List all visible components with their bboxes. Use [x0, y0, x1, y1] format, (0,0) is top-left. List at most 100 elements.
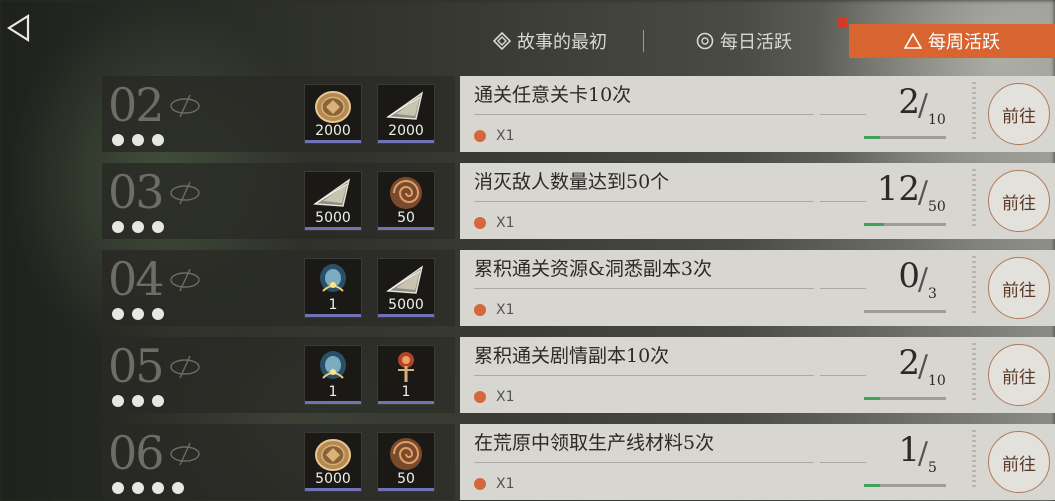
status-dot-icon — [474, 130, 486, 142]
progress-total: 3 — [928, 286, 937, 302]
task-title: 累积通关剧情副本10次 — [474, 345, 670, 367]
tab-label: 每日活跃 — [720, 32, 792, 53]
reward-rarity-bar — [378, 227, 434, 230]
go-button[interactable]: 前往 — [988, 170, 1050, 232]
reward-count: 1 — [401, 384, 411, 400]
progress-counter: 12 / 50 — [877, 169, 946, 219]
go-button[interactable]: 前往 — [988, 257, 1050, 319]
task-multiplier: X1 — [474, 215, 515, 231]
tier-dots — [112, 221, 164, 233]
level-number: 03 — [108, 165, 165, 219]
divider — [820, 201, 866, 202]
reward-item[interactable]: 5000 — [304, 171, 362, 231]
crystal-shard-icon — [382, 261, 430, 299]
reward-panel: 02 2000 2000 — [102, 76, 455, 152]
tier-dot — [172, 482, 184, 494]
status-dot-icon — [474, 217, 486, 229]
reward-panel: 03 5000 50 — [102, 163, 455, 239]
task-card: 累积通关资源&洞悉副本3次 X1 0 / 3 前往 — [460, 250, 1055, 326]
gem-key-icon — [382, 348, 430, 386]
tier-dot — [132, 221, 144, 233]
divider — [820, 114, 866, 115]
task-card: 在荒原中领取生产线材料5次 X1 1 / 5 前往 — [460, 424, 1055, 500]
tier-dot — [112, 134, 124, 146]
go-button[interactable]: 前往 — [988, 344, 1050, 406]
reward-item[interactable]: 1 — [304, 345, 362, 405]
tab-divider — [643, 30, 644, 52]
reward-rarity-bar — [378, 488, 434, 491]
multiplier-text: X1 — [496, 128, 515, 144]
reward-panel: 04 1 5000 — [102, 250, 455, 326]
reward-item[interactable]: 1 — [377, 345, 435, 405]
decorative-vertical-text — [972, 430, 976, 490]
level-number: 04 — [108, 252, 165, 306]
task-card: 消灭敌人数量达到50个 X1 12 / 50 前往 — [460, 163, 1055, 239]
tab-story-start[interactable]: 故事的最初 — [460, 24, 640, 58]
task-card: 通关任意关卡10次 X1 2 / 10 前往 — [460, 76, 1055, 152]
progress-slash: / — [917, 436, 928, 471]
reward-panel: 06 5000 50 — [102, 424, 455, 500]
coin-icon — [309, 435, 357, 473]
status-dot-icon — [474, 304, 486, 316]
go-button[interactable]: 前往 — [988, 83, 1050, 145]
task-row: 05 1 1 累积通关剧情副本10次 X1 2 / 10 前往 — [102, 337, 1055, 413]
reward-item[interactable]: 5000 — [377, 258, 435, 318]
tier-dot — [152, 482, 164, 494]
progress-slash: / — [917, 175, 928, 210]
go-button[interactable]: 前往 — [988, 431, 1050, 493]
phi-mark-icon — [170, 94, 200, 118]
progress-fill — [864, 484, 881, 487]
divider — [474, 375, 814, 376]
reward-item[interactable]: 50 — [377, 171, 435, 231]
tab-weekly-active[interactable]: 每周活跃 — [849, 24, 1055, 58]
progress-counter: 2 / 10 — [890, 82, 946, 132]
reward-item[interactable]: 50 — [377, 432, 435, 492]
progress-bar — [864, 310, 946, 313]
tier-dot — [112, 308, 124, 320]
tab-daily-active[interactable]: 每日活跃 — [650, 24, 838, 58]
reward-item[interactable]: 1 — [304, 258, 362, 318]
phi-mark-icon — [170, 268, 200, 292]
back-arrow-icon[interactable] — [6, 14, 32, 42]
multiplier-text: X1 — [496, 476, 515, 492]
divider — [820, 288, 866, 289]
progress-current: 0 — [898, 256, 920, 296]
progress-fill — [864, 223, 884, 226]
tier-dot — [152, 395, 164, 407]
progress-fill — [864, 397, 881, 400]
task-title: 消灭敌人数量达到50个 — [474, 171, 670, 193]
tier-dots — [112, 134, 164, 146]
reward-count: 5000 — [315, 471, 351, 487]
progress-total: 5 — [928, 460, 937, 476]
reward-rarity-bar — [305, 488, 361, 491]
task-title: 通关任意关卡10次 — [474, 84, 632, 106]
reward-rarity-bar — [305, 227, 361, 230]
progress-slash: / — [917, 88, 928, 123]
divider — [474, 288, 814, 289]
reward-count: 5000 — [315, 210, 351, 226]
ammonite-icon — [382, 435, 430, 473]
tier-dot — [132, 308, 144, 320]
reward-rarity-bar — [305, 314, 361, 317]
activity-tabs: 故事的最初 每日活跃 每周活跃 — [460, 18, 1055, 60]
coin-icon — [309, 87, 357, 125]
decorative-vertical-text — [972, 169, 976, 229]
reward-count: 1 — [328, 297, 338, 313]
progress-bar — [864, 484, 946, 487]
reward-item[interactable]: 2000 — [304, 84, 362, 144]
crystal-shard-icon — [382, 87, 430, 125]
tier-dot — [132, 134, 144, 146]
progress-total: 10 — [928, 373, 946, 389]
progress-bar — [864, 136, 946, 139]
tier-dot — [132, 482, 144, 494]
progress-total: 10 — [928, 112, 946, 128]
divider — [820, 375, 866, 376]
progress-current: 1 — [898, 430, 920, 470]
reward-item[interactable]: 2000 — [377, 84, 435, 144]
reward-item[interactable]: 5000 — [304, 432, 362, 492]
decorative-vertical-text — [972, 256, 976, 316]
reward-rarity-bar — [305, 401, 361, 404]
multiplier-text: X1 — [496, 215, 515, 231]
divider — [820, 462, 866, 463]
tier-dot — [152, 308, 164, 320]
